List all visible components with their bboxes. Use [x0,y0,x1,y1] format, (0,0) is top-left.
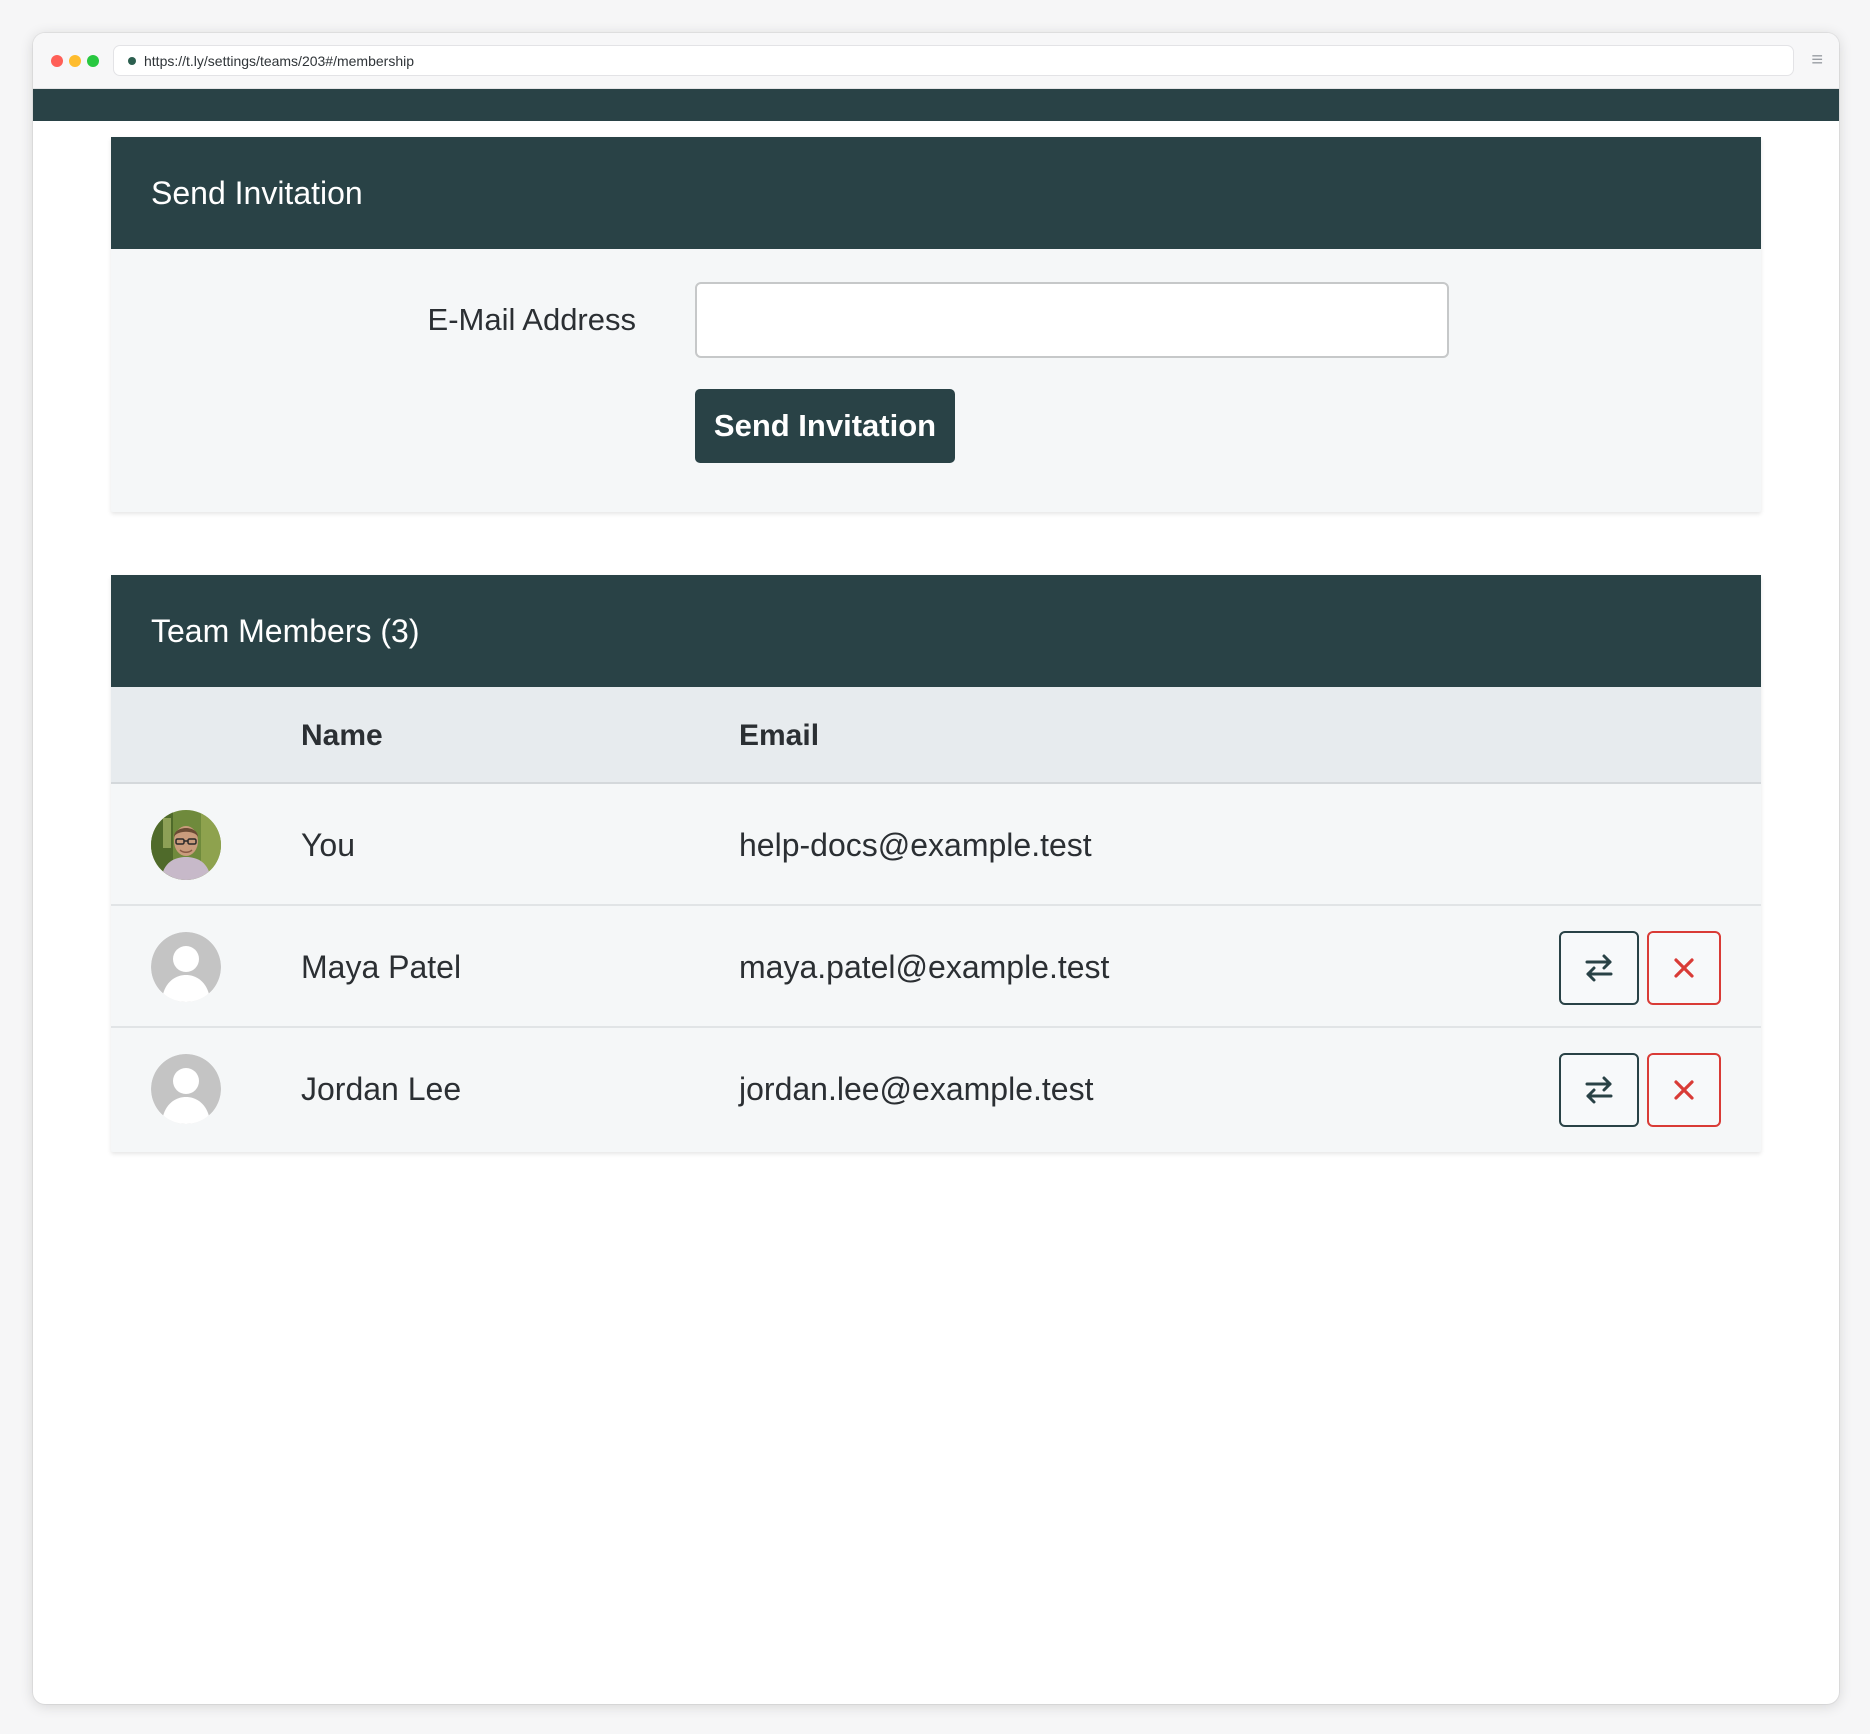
change-role-button[interactable] [1559,931,1639,1005]
minimize-window-dot[interactable] [69,55,81,67]
browser-menu-icon[interactable]: ≡ [1811,48,1823,72]
member-email: maya.patel@example.test [739,949,1110,985]
close-x-icon [1674,1080,1694,1100]
swap-arrows-icon [1585,1076,1613,1104]
default-user-icon [151,932,221,1002]
team-members-title: Team Members (3) [151,612,420,649]
member-name: Maya Patel [301,949,462,985]
column-header-name: Name [301,719,383,752]
avatar-photo [151,810,221,880]
email-label: E-Mail Address [427,302,636,337]
maximize-window-dot[interactable] [87,55,99,67]
browser-chrome: https://t.ly/settings/teams/203#/members… [33,33,1839,89]
swap-arrows-icon [1585,954,1613,982]
default-user-icon [151,1054,221,1124]
address-bar[interactable]: https://t.ly/settings/teams/203#/members… [113,45,1794,76]
team-members-header: Team Members (3) [111,575,1761,687]
column-header-email: Email [739,719,820,752]
app-top-bar [33,89,1839,121]
remove-member-button[interactable] [1647,1053,1721,1127]
avatar-default [151,932,221,1002]
browser-window: https://t.ly/settings/teams/203#/members… [33,33,1839,1704]
team-members-card: Team Members (3) Name Email You help-doc… [111,575,1761,1152]
table-row: You help-docs@example.test [111,784,1761,906]
send-invitation-card: Send Invitation E-Mail Address Send Invi… [111,137,1761,512]
close-x-icon [1674,958,1694,978]
user-photo-icon [151,810,221,880]
row-actions [1559,931,1721,1005]
send-invitation-button[interactable]: Send Invitation [695,389,955,463]
member-email: help-docs@example.test [739,827,1092,863]
member-email: jordan.lee@example.test [739,1071,1094,1107]
avatar-default [151,1054,221,1124]
send-invitation-title: Send Invitation [151,174,363,211]
table-row: Jordan Lee jordan.lee@example.test [111,1028,1761,1150]
row-actions [1559,1053,1721,1127]
email-form-row: E-Mail Address [111,282,1761,358]
email-input[interactable] [695,282,1449,358]
member-name: You [301,827,355,863]
secure-icon [128,56,136,65]
close-window-dot[interactable] [51,55,63,67]
table-header: Name Email [111,687,1761,784]
remove-member-button[interactable] [1647,931,1721,1005]
url-text: https://t.ly/settings/teams/203#/members… [144,52,415,69]
member-name: Jordan Lee [301,1071,462,1107]
change-role-button[interactable] [1559,1053,1639,1127]
table-row: Maya Patel maya.patel@example.test [111,906,1761,1028]
send-invitation-header: Send Invitation [111,137,1761,249]
